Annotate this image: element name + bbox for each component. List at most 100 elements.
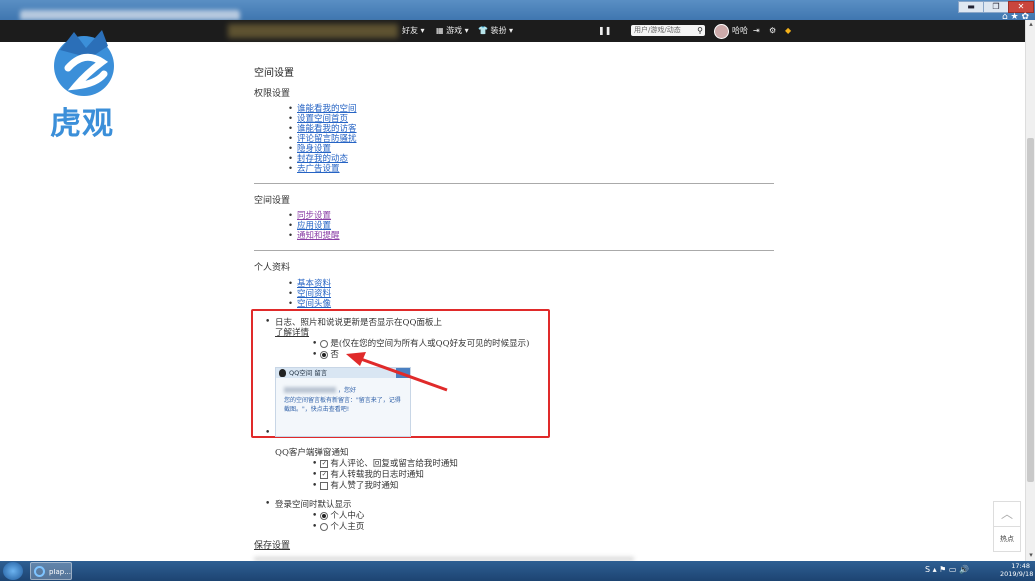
profile-heading: 个人资料: [254, 263, 291, 273]
link-visitors[interactable]: 谁能看我的访客: [297, 124, 357, 134]
browser-tab[interactable]: [20, 10, 240, 20]
list-item: 设置空间首页: [288, 114, 357, 124]
search-input[interactable]: 用户/游戏/动态 ⚲: [631, 25, 705, 36]
list-item: 基本资料: [288, 279, 331, 289]
link-app-settings[interactable]: 应用设置: [297, 221, 331, 231]
list-item: 空间头像: [288, 299, 331, 309]
username[interactable]: 哈哈: [732, 25, 748, 37]
list-item: 谁能看我的空间: [288, 104, 357, 114]
bullet: •: [265, 499, 271, 509]
diamond-icon[interactable]: ◆: [785, 25, 791, 37]
logo-text: 虎观: [50, 106, 114, 142]
red-arrow-annotation: [346, 352, 448, 392]
taskbar: pIap... S ▴ ⚑ ▭ 🔊 17:48 2019/9/18: [0, 561, 1035, 581]
link-who-can-view[interactable]: 谁能看我的空间: [297, 104, 357, 114]
system-tray[interactable]: S ▴ ⚑ ▭ 🔊: [925, 565, 969, 574]
taskbar-ie-label: pIap...: [49, 568, 71, 576]
link-space-avatar[interactable]: 空间头像: [297, 299, 331, 309]
link-invisible[interactable]: 隐身设置: [297, 144, 331, 154]
pause-icon[interactable]: ❚❚: [598, 25, 611, 37]
checkbox-comment[interactable]: ✓: [320, 459, 329, 468]
scrollbar[interactable]: ▴ ▾: [1025, 20, 1035, 561]
notify-option-label: 有人转载我的日志时通知: [330, 470, 424, 480]
avatar[interactable]: [714, 24, 729, 39]
radio-yes[interactable]: [320, 339, 329, 348]
link-space-info[interactable]: 空间资料: [297, 289, 331, 299]
link-notifications[interactable]: 通知和提醒: [297, 231, 340, 241]
minimize-button[interactable]: ▬: [958, 1, 984, 13]
clock-date: 2019/9/18: [1000, 570, 1034, 578]
bullet: •: [265, 317, 271, 327]
option-no-label: 否: [330, 350, 339, 360]
shirt-icon: 👕: [478, 26, 491, 35]
link-set-homepage[interactable]: 设置空间首页: [297, 114, 348, 124]
notify-option-repost[interactable]: • ✓ 有人转载我的日志时通知: [312, 470, 424, 480]
list-item: 同步设置: [288, 211, 340, 221]
notify-option-comment[interactable]: • ✓ 有人评论、回复或留言给我时通知: [312, 459, 458, 469]
notify-option-label: 有人赞了我时通知: [330, 481, 399, 491]
profile-link-list: 基本资料 空间资料 空间头像: [288, 279, 331, 309]
login-default-heading: 登录空间时默认显示: [275, 500, 352, 510]
list-item: 谁能看我的访客: [288, 124, 357, 134]
permissions-link-list: 谁能看我的空间 设置空间首页 谁能看我的访客 评论留言防骚扰 隐身设置 封存我的…: [288, 104, 357, 174]
clock[interactable]: 17:48 2019/9/18: [1000, 562, 1034, 578]
search-placeholder: 用户/游戏/动态: [634, 26, 681, 34]
scroll-thumb[interactable]: [1027, 138, 1034, 482]
nav-games[interactable]: ▦ 游戏 ▾: [436, 25, 469, 37]
search-icon[interactable]: ⚲: [697, 25, 703, 36]
list-item: 空间资料: [288, 289, 331, 299]
nav-friends[interactable]: 好友 ▾: [402, 25, 425, 37]
logo: 虎观: [46, 22, 126, 142]
preview-message: 您的空间留言板有新留言："留言来了，记得截图。"，快点击查看吧!: [284, 397, 401, 413]
scroll-down-arrow-icon[interactable]: ▾: [1026, 551, 1035, 561]
exit-icon[interactable]: ⇥: [753, 25, 760, 37]
qzone-nav-bar: 好友 ▾ ▦ 游戏 ▾ 👕 装扮 ▾ ❚❚ 用户/游戏/动态 ⚲ 哈哈 ⇥ ⚙ ◆: [0, 20, 1035, 42]
detail-link[interactable]: 了解详情: [275, 328, 309, 338]
link-basic-info[interactable]: 基本资料: [297, 279, 331, 289]
scroll-up-arrow-icon[interactable]: ▴: [1026, 20, 1035, 30]
bullet: •: [312, 511, 318, 521]
bullet: •: [265, 428, 271, 438]
nav-dressup-label: 装扮 ▾: [490, 26, 514, 35]
divider: [254, 250, 774, 251]
permissions-heading: 权限设置: [254, 89, 291, 99]
list-item: 去广告设置: [288, 164, 357, 174]
list-item: 隐身设置: [288, 144, 357, 154]
save-settings-link[interactable]: 保存设置: [254, 541, 290, 551]
hot-button[interactable]: 热点: [993, 526, 1021, 552]
notify-option-like[interactable]: • 有人赞了我时通知: [312, 481, 398, 491]
gear-icon[interactable]: ⚙: [769, 25, 776, 37]
link-sync[interactable]: 同步设置: [297, 211, 331, 221]
list-item: 应用设置: [288, 221, 340, 231]
nav-dressup[interactable]: 👕 装扮 ▾: [478, 25, 513, 37]
start-button[interactable]: [3, 562, 23, 580]
radio-home[interactable]: [320, 522, 329, 531]
link-remove-ads[interactable]: 去广告设置: [297, 164, 340, 174]
clock-time: 17:48: [1011, 562, 1030, 570]
checkbox-repost[interactable]: ✓: [320, 470, 329, 479]
radio-no[interactable]: [320, 350, 329, 359]
login-option-home[interactable]: • 个人主页: [312, 522, 364, 532]
client-notify-heading: QQ客户端弹窗通知: [275, 448, 349, 458]
grid-icon: ▦: [436, 26, 447, 35]
qq-penguin-icon: [279, 369, 286, 377]
browser-title-bar: ▬ ❐ ✕ ⌂ ★ ✿: [0, 0, 1035, 22]
link-anti-spam[interactable]: 评论留言防骚扰: [297, 134, 357, 144]
list-item: 通知和提醒: [288, 231, 340, 241]
taskbar-ie-window[interactable]: pIap...: [30, 562, 72, 580]
link-archive-feed[interactable]: 封存我的动态: [297, 154, 348, 164]
list-item: 评论留言防骚扰: [288, 134, 357, 144]
nav-blurred-area: [228, 24, 398, 38]
checkbox-like[interactable]: [320, 481, 329, 490]
option-no[interactable]: • 否: [312, 350, 339, 360]
page-title: 空间设置: [254, 68, 294, 79]
login-option-center[interactable]: • 个人中心: [312, 511, 364, 521]
back-to-top-button[interactable]: ︿: [993, 501, 1021, 527]
nav-games-label: 游戏 ▾: [446, 26, 469, 35]
bullet: •: [312, 522, 318, 532]
preview-blurred-user: [284, 387, 336, 393]
bullet: •: [312, 459, 318, 469]
radio-center[interactable]: [320, 511, 329, 520]
panel-question: 日志、照片和说说更新是否显示在QQ面板上: [275, 318, 442, 328]
login-option-label: 个人主页: [330, 522, 365, 532]
